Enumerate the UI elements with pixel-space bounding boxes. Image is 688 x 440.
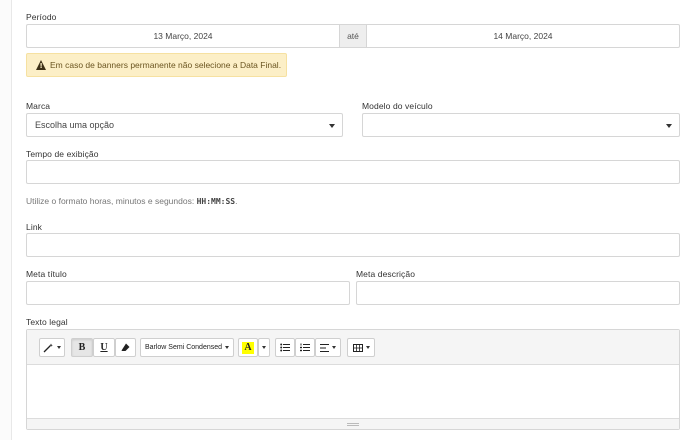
left-rail bbox=[0, 0, 12, 440]
numbered-list-icon bbox=[300, 343, 310, 352]
meta-title-label: Meta título bbox=[26, 269, 67, 279]
chevron-down-icon bbox=[262, 346, 266, 349]
hint-prefix: Utilize o formato horas, minutos e segun… bbox=[26, 196, 197, 206]
meta-description-input[interactable] bbox=[356, 281, 680, 305]
unordered-list-button[interactable] bbox=[275, 338, 295, 357]
font-name-dropdown[interactable]: Barlow Semi Condensed bbox=[140, 338, 234, 357]
meta-description-label: Meta descrição bbox=[356, 269, 416, 279]
table-icon bbox=[352, 343, 363, 352]
bullet-list-icon bbox=[280, 343, 290, 352]
editor-toolbar: B U Barlow Semi Condensed A bbox=[27, 330, 679, 365]
bold-button[interactable]: B bbox=[71, 338, 93, 357]
legal-text-label: Texto legal bbox=[26, 317, 68, 327]
warning-icon bbox=[36, 60, 46, 70]
editor-resize-handle[interactable] bbox=[27, 418, 679, 429]
clear-format-button[interactable] bbox=[115, 338, 136, 357]
paragraph-align-dropdown[interactable] bbox=[315, 338, 341, 357]
period-separator: até bbox=[339, 24, 367, 48]
period-end-input[interactable]: 14 Março, 2024 bbox=[367, 24, 680, 48]
display-time-hint: Utilize o formato horas, minutos e segun… bbox=[26, 196, 237, 206]
brand-label: Marca bbox=[26, 101, 51, 111]
alert-text: Em caso de banners permanente não seleci… bbox=[50, 60, 282, 70]
align-left-icon bbox=[320, 343, 329, 352]
chevron-down-icon bbox=[225, 346, 230, 349]
grip-icon bbox=[347, 422, 359, 426]
table-dropdown[interactable] bbox=[347, 338, 375, 357]
chevron-down-icon bbox=[329, 124, 335, 128]
eraser-icon bbox=[121, 343, 130, 351]
style-button[interactable] bbox=[39, 338, 65, 357]
period-range: 13 Março, 2024 até 14 Março, 2024 bbox=[26, 24, 680, 48]
chevron-down-icon bbox=[666, 124, 672, 128]
hint-suffix: . bbox=[235, 196, 238, 206]
ordered-list-button[interactable] bbox=[295, 338, 315, 357]
link-input[interactable] bbox=[26, 233, 680, 257]
text-color-button[interactable]: A bbox=[238, 338, 258, 357]
underline-button[interactable]: U bbox=[93, 338, 115, 357]
legal-text-editor: B U Barlow Semi Condensed A bbox=[26, 329, 680, 430]
text-color-dropdown[interactable] bbox=[258, 338, 270, 357]
meta-title-input[interactable] bbox=[26, 281, 350, 305]
period-label: Período bbox=[26, 12, 57, 22]
display-time-label: Tempo de exibição bbox=[26, 149, 99, 159]
brand-select[interactable]: Escolha uma opção bbox=[26, 113, 343, 137]
chevron-down-icon bbox=[365, 346, 370, 349]
font-name-value: Barlow Semi Condensed bbox=[144, 344, 223, 351]
text-color-icon: A bbox=[242, 341, 254, 354]
link-label: Link bbox=[26, 222, 42, 232]
model-label: Modelo do veículo bbox=[362, 101, 433, 111]
permanent-banner-alert: Em caso de banners permanente não seleci… bbox=[26, 53, 287, 77]
display-time-input[interactable] bbox=[26, 160, 680, 184]
brand-select-value: Escolha uma opção bbox=[35, 120, 115, 130]
hint-format: HH:MM:SS bbox=[196, 197, 236, 206]
magic-wand-icon bbox=[43, 343, 53, 352]
chevron-down-icon bbox=[332, 346, 336, 349]
period-start-input[interactable]: 13 Março, 2024 bbox=[26, 24, 339, 48]
legal-text-content[interactable] bbox=[27, 365, 679, 418]
model-select[interactable] bbox=[362, 113, 680, 137]
chevron-down-icon bbox=[57, 346, 61, 349]
